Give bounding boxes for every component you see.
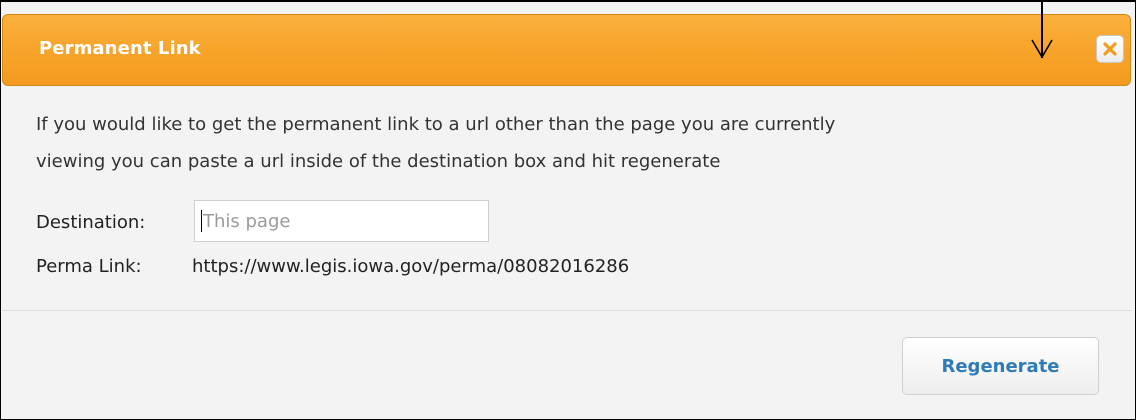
perma-link-value: https://www.legis.iowa.gov/perma/0808201…: [192, 256, 630, 277]
destination-label: Destination:: [36, 212, 146, 233]
annotation-top-line: [0, 0, 1136, 2]
regenerate-button[interactable]: Regenerate: [902, 337, 1099, 395]
dialog-description: If you would like to get the permanent l…: [36, 106, 1116, 180]
close-icon: [1103, 42, 1117, 56]
text-caret: [201, 210, 202, 232]
footer-divider: [2, 310, 1132, 311]
dialog-title: Permanent Link: [39, 38, 201, 59]
description-line-2: viewing you can paste a url inside of th…: [36, 151, 721, 172]
perma-link-label: Perma Link:: [36, 256, 142, 277]
destination-input[interactable]: [194, 200, 489, 242]
down-arrow-icon: [1031, 39, 1053, 59]
dialog-header: Permanent Link: [2, 14, 1131, 86]
close-button[interactable]: [1096, 35, 1124, 63]
description-line-1: If you would like to get the permanent l…: [36, 114, 836, 135]
